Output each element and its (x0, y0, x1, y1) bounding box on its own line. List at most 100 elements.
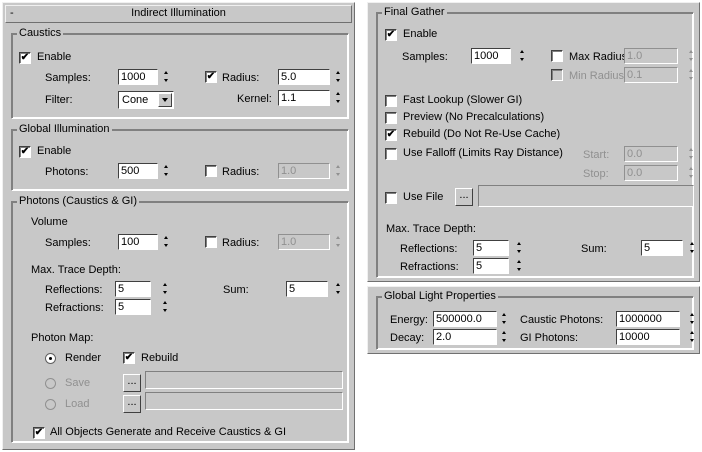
fg-max-radius-checkbox[interactable] (551, 50, 563, 62)
fg-reflections-field[interactable]: 5 (473, 240, 509, 256)
load-path-field[interactable] (145, 392, 343, 410)
fg-min-radius-spinner[interactable] (687, 67, 696, 83)
fast-lookup-label: Fast Lookup (Slower GI) (403, 94, 523, 106)
falloff-stop-spinner[interactable] (687, 165, 696, 181)
fg-max-radius-field[interactable]: 1.0 (624, 48, 678, 64)
gi-title: Global Illumination (17, 122, 112, 136)
gi-radius-spinner[interactable] (334, 163, 343, 179)
fg-min-radius-field[interactable]: 0.1 (624, 67, 678, 83)
fg-samples-field[interactable]: 1000 (471, 48, 511, 64)
sum-field[interactable]: 5 (286, 281, 328, 297)
caustics-radius-spinner[interactable] (334, 69, 343, 85)
decay-label: Decay: (390, 332, 425, 344)
energy-field[interactable]: 500000.0 (433, 311, 497, 327)
volume-samples-field[interactable]: 100 (118, 234, 158, 250)
use-falloff-checkbox[interactable] (385, 148, 397, 160)
caustics-kernel-spinner[interactable] (334, 90, 343, 106)
falloff-stop-field[interactable]: 0.0 (624, 165, 678, 181)
refractions-field[interactable]: 5 (115, 299, 151, 315)
gi-radius-checkbox[interactable] (205, 165, 217, 177)
caustics-kernel-label: Kernel: (237, 93, 272, 105)
fg-enable-label: Enable (403, 28, 438, 40)
caustics-samples-label: Samples: (45, 72, 91, 84)
gi-photons-label: GI Photons: (520, 332, 579, 344)
rollout-header[interactable]: - Indirect Illumination (5, 5, 352, 23)
caustics-radius-checkbox[interactable] (205, 71, 217, 83)
falloff-start-spinner[interactable] (687, 146, 696, 162)
refractions-spinner[interactable] (161, 299, 170, 315)
caustics-radius-field[interactable]: 5.0 (278, 69, 330, 85)
energy-label: Energy: (390, 314, 428, 326)
volume-radius-spinner[interactable] (334, 234, 343, 250)
gi-photons-count-spinner[interactable] (688, 329, 697, 345)
rebuild-label: Rebuild (141, 352, 179, 364)
caustic-photons-field[interactable]: 1000000 (616, 311, 680, 327)
decay-field[interactable]: 2.0 (433, 329, 497, 345)
falloff-start-field[interactable]: 0.0 (624, 146, 678, 162)
volume-radius-checkbox[interactable] (205, 236, 217, 248)
use-file-browse-button[interactable]: ... (455, 188, 473, 206)
fg-sum-field[interactable]: 5 (641, 240, 683, 256)
caustics-kernel-field[interactable]: 1.1 (278, 90, 330, 106)
rebuild-checkbox[interactable] (123, 352, 135, 364)
volume-samples-spinner[interactable] (162, 234, 171, 250)
gi-photons-count-field[interactable]: 10000 (616, 329, 680, 345)
energy-spinner[interactable] (500, 311, 509, 327)
use-file-checkbox[interactable] (385, 192, 397, 204)
fg-refractions-field[interactable]: 5 (473, 258, 509, 274)
gi-group: Global Illumination (11, 122, 349, 191)
fg-reflections-label: Reflections: (400, 243, 458, 255)
load-radio[interactable] (45, 399, 56, 410)
caustics-enable-checkbox[interactable] (19, 52, 31, 64)
render-radio[interactable] (45, 353, 56, 364)
photon-map-label: Photon Map: (31, 332, 94, 344)
use-file-label: Use File (403, 191, 444, 203)
indirect-illumination-panel: - Indirect Illumination Caustics Enable … (2, 2, 355, 450)
gi-radius-field[interactable]: 1.0 (278, 163, 330, 179)
decay-spinner[interactable] (500, 329, 509, 345)
gi-photons-label: Photons: (45, 166, 89, 178)
caustics-filter-value: Cone (122, 94, 149, 106)
fg-max-radius-spinner[interactable] (687, 48, 696, 64)
save-radio[interactable] (45, 378, 56, 389)
sum-spinner[interactable] (334, 281, 343, 297)
caustics-samples-field[interactable]: 1000 (118, 69, 158, 85)
fg-samples-spinner[interactable] (518, 48, 527, 64)
fast-lookup-checkbox[interactable] (385, 95, 397, 107)
fg-sum-spinner[interactable] (688, 240, 697, 256)
chevron-down-icon[interactable] (158, 93, 172, 107)
falloff-stop-label: Stop: (583, 168, 609, 180)
caustics-samples-spinner[interactable] (162, 69, 171, 85)
all-objects-label: All Objects Generate and Receive Caustic… (50, 426, 286, 438)
fg-rebuild-checkbox[interactable] (385, 129, 397, 141)
gi-photons-spinner[interactable] (162, 163, 171, 179)
falloff-start-label: Start: (583, 149, 610, 161)
fg-max-radius-label: Max Radius: (569, 51, 631, 63)
fg-min-radius-checkbox[interactable] (551, 69, 563, 81)
caustics-enable-label: Enable (37, 51, 72, 63)
gi-photons-field[interactable]: 500 (118, 163, 158, 179)
volume-radius-field[interactable]: 1.0 (278, 234, 330, 250)
fg-reflections-spinner[interactable] (515, 240, 524, 256)
fg-enable-checkbox[interactable] (385, 29, 397, 41)
preview-checkbox[interactable] (385, 112, 397, 124)
caustics-radius-label: Radius: (222, 72, 260, 84)
caustics-filter-label: Filter: (45, 94, 73, 106)
final-gather-title: Final Gather (382, 5, 447, 19)
save-browse-button[interactable]: ... (123, 374, 141, 392)
use-file-path-field[interactable] (478, 185, 694, 207)
reflections-field[interactable]: 5 (115, 281, 151, 297)
caustics-filter-dropdown[interactable]: Cone (118, 91, 174, 109)
load-browse-button[interactable]: ... (123, 395, 141, 413)
all-objects-checkbox[interactable] (33, 427, 45, 439)
render-label: Render (65, 352, 102, 364)
gi-enable-checkbox[interactable] (19, 146, 31, 158)
caustics-title: Caustics (17, 26, 64, 40)
load-label: Load (65, 398, 90, 410)
reflections-spinner[interactable] (161, 281, 170, 297)
fg-max-trace-depth-label: Max. Trace Depth: (386, 223, 476, 235)
fg-refractions-spinner[interactable] (515, 258, 524, 274)
save-path-field[interactable] (145, 371, 343, 389)
fg-samples-label: Samples: (402, 51, 448, 63)
caustic-photons-spinner[interactable] (688, 311, 697, 327)
